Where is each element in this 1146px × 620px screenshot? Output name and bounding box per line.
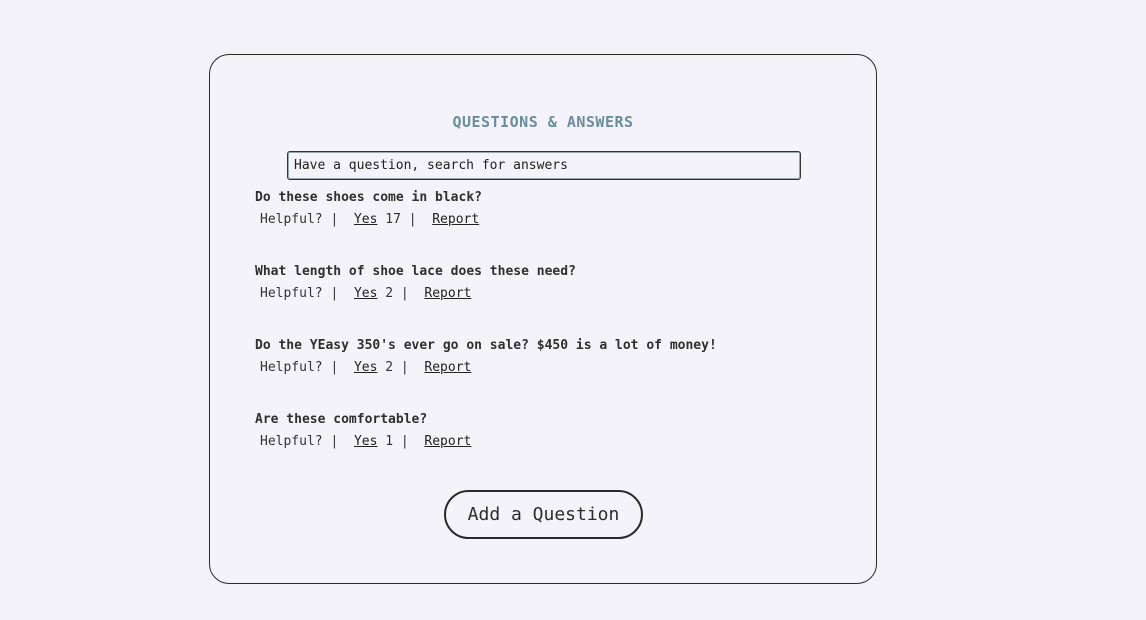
helpful-count: 2 bbox=[385, 286, 394, 301]
question-item: What length of shoe lace does these need… bbox=[255, 263, 855, 337]
helpful-count: 17 bbox=[385, 212, 401, 227]
separator: | bbox=[330, 286, 339, 301]
question-text: Do these shoes come in black? bbox=[255, 190, 482, 205]
helpful-label: Helpful? bbox=[260, 360, 323, 375]
question-item: Are these comfortable? Helpful? | Yes 1 … bbox=[255, 411, 855, 485]
qa-title: QUESTIONS & ANSWERS bbox=[452, 113, 634, 131]
separator: | bbox=[400, 360, 409, 375]
helpful-yes-link[interactable]: Yes bbox=[354, 212, 377, 227]
helpful-label: Helpful? bbox=[260, 286, 323, 301]
question-meta: Helpful? | Yes 2 | Report bbox=[255, 285, 855, 303]
report-link[interactable]: Report bbox=[424, 434, 471, 449]
separator: | bbox=[330, 212, 339, 227]
question-item: Do the YEasy 350's ever go on sale? $450… bbox=[255, 337, 855, 411]
helpful-yes-link[interactable]: Yes bbox=[354, 434, 377, 449]
helpful-yes-link[interactable]: Yes bbox=[354, 360, 377, 375]
helpful-count: 1 bbox=[385, 434, 394, 449]
question-meta: Helpful? | Yes 17 | Report bbox=[255, 211, 855, 229]
question-item: Do these shoes come in black? Helpful? |… bbox=[255, 189, 855, 263]
separator: | bbox=[400, 434, 409, 449]
helpful-yes-link[interactable]: Yes bbox=[354, 286, 377, 301]
add-question-button[interactable]: Add a Question bbox=[444, 490, 643, 539]
helpful-label: Helpful? bbox=[260, 434, 323, 449]
search-input[interactable] bbox=[287, 151, 801, 180]
separator: | bbox=[330, 360, 339, 375]
report-link[interactable]: Report bbox=[424, 360, 471, 375]
report-link[interactable]: Report bbox=[432, 212, 479, 227]
question-meta: Helpful? | Yes 2 | Report bbox=[255, 359, 855, 377]
question-text: What length of shoe lace does these need… bbox=[255, 264, 576, 279]
separator: | bbox=[408, 212, 417, 227]
qa-card: QUESTIONS & ANSWERS Do these shoes come … bbox=[209, 54, 877, 584]
report-link[interactable]: Report bbox=[424, 286, 471, 301]
separator: | bbox=[330, 434, 339, 449]
helpful-count: 2 bbox=[385, 360, 394, 375]
separator: | bbox=[400, 286, 409, 301]
question-text: Are these comfortable? bbox=[255, 412, 428, 427]
question-text: Do the YEasy 350's ever go on sale? $450… bbox=[255, 338, 717, 353]
question-list: Do these shoes come in black? Helpful? |… bbox=[255, 189, 855, 485]
question-meta: Helpful? | Yes 1 | Report bbox=[255, 433, 855, 451]
helpful-label: Helpful? bbox=[260, 212, 323, 227]
